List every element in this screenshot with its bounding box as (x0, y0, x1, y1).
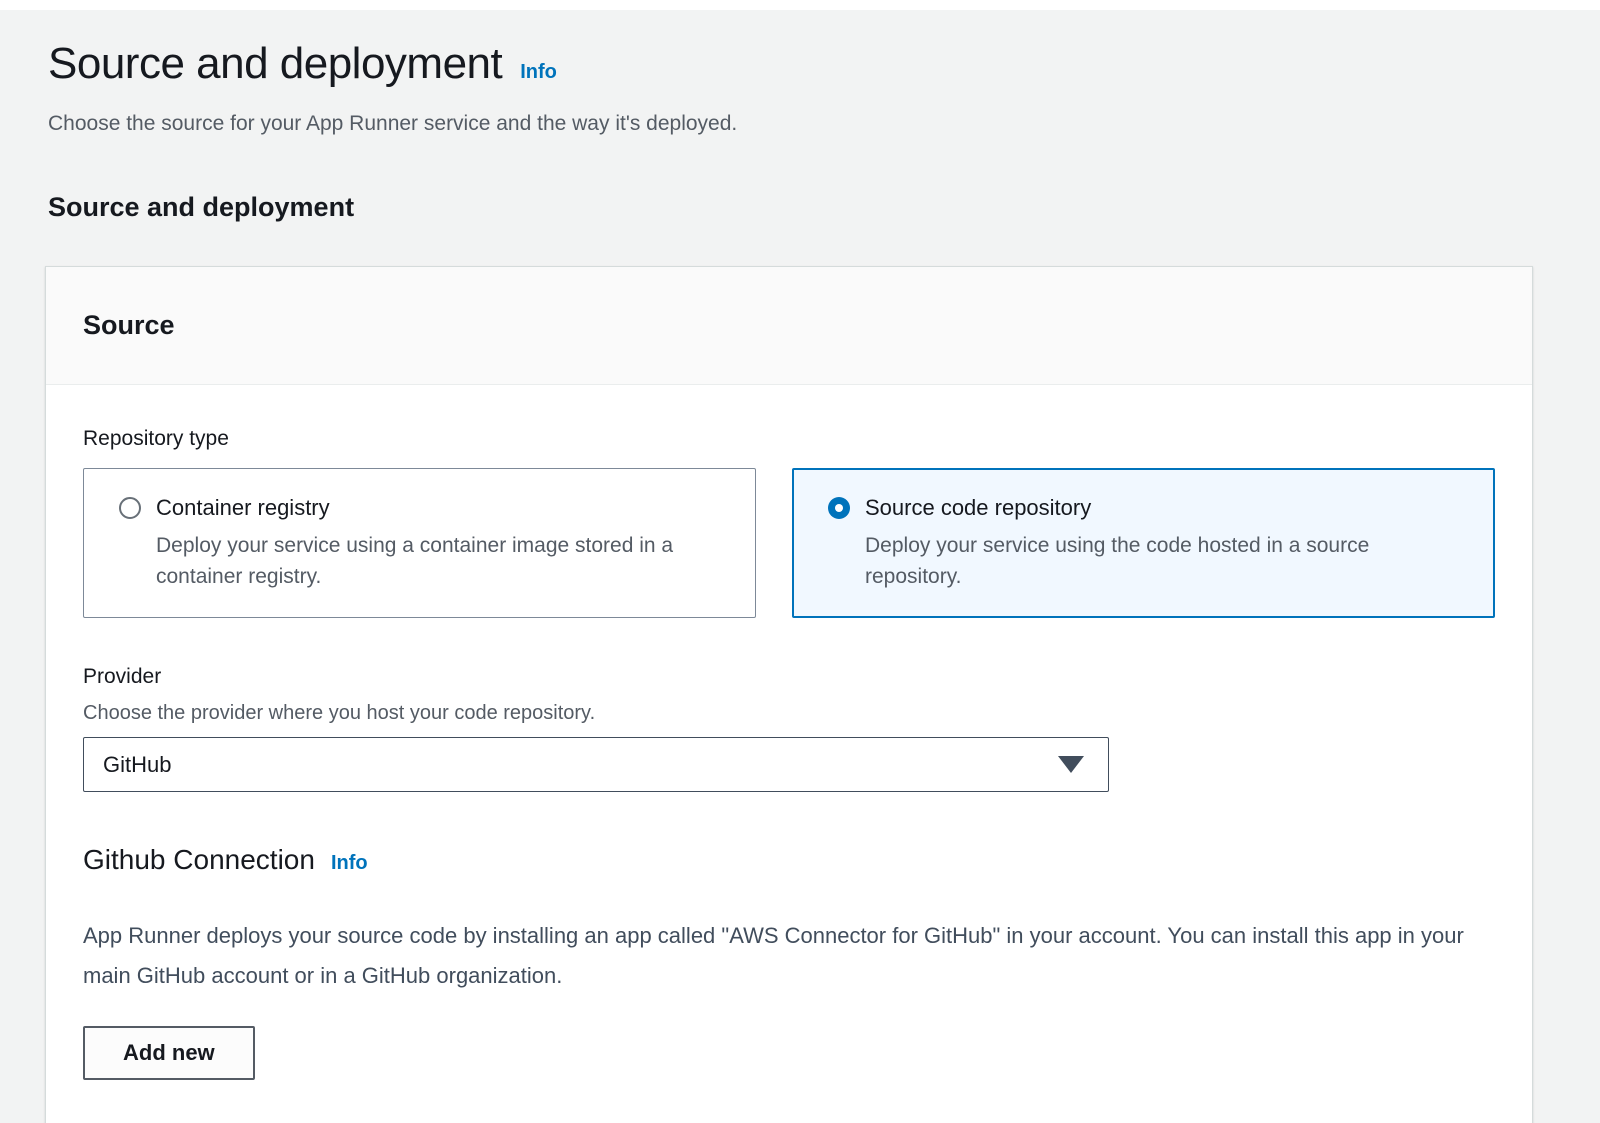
provider-label: Provider (83, 664, 1495, 690)
tile-text: Container registry Deploy your service u… (156, 494, 727, 592)
radio-unselected-icon[interactable] (119, 497, 141, 519)
tile-description: Deploy your service using a container im… (156, 530, 727, 592)
page-title-info-link[interactable]: Info (520, 61, 557, 84)
provider-field: Provider Choose the provider where you h… (83, 664, 1495, 792)
caret-down-icon (1058, 756, 1084, 773)
tile-description: Deploy your service using the code hoste… (865, 530, 1466, 592)
page-title: Source and deployment (48, 36, 502, 92)
tile-source-code-repository[interactable]: Source code repository Deploy your servi… (792, 468, 1495, 618)
source-panel-body: Repository type Container registry Deplo… (46, 385, 1532, 1080)
github-connection-header: Github Connection Info (83, 844, 1495, 876)
github-connection-description: App Runner deploys your source code by i… (83, 916, 1478, 996)
provider-select-value: GitHub (103, 752, 171, 778)
add-new-button[interactable]: Add new (83, 1026, 255, 1080)
source-panel: Source Repository type Container registr… (45, 266, 1533, 1123)
tile-title: Container registry (156, 494, 727, 522)
tile-container-registry[interactable]: Container registry Deploy your service u… (83, 468, 756, 618)
source-panel-header: Source (46, 267, 1532, 385)
tile-title: Source code repository (865, 494, 1466, 522)
top-strip (0, 0, 1600, 10)
page-content: Source and deployment Info Choose the so… (0, 10, 1600, 1123)
source-panel-title: Source (83, 310, 175, 341)
radio-selected-icon[interactable] (828, 497, 850, 519)
page-subtitle: Choose the source for your App Runner se… (48, 110, 1600, 138)
tile-text: Source code repository Deploy your servi… (865, 494, 1466, 592)
provider-description: Choose the provider where you host your … (83, 700, 1495, 726)
github-connection-info-link[interactable]: Info (331, 852, 368, 875)
github-connection-heading: Github Connection (83, 844, 315, 876)
repository-type-label: Repository type (83, 426, 1495, 452)
page-header: Source and deployment Info (48, 36, 1600, 92)
provider-select[interactable]: GitHub (83, 737, 1109, 792)
section-heading: Source and deployment (48, 192, 1600, 223)
repository-type-tiles: Container registry Deploy your service u… (83, 468, 1495, 618)
